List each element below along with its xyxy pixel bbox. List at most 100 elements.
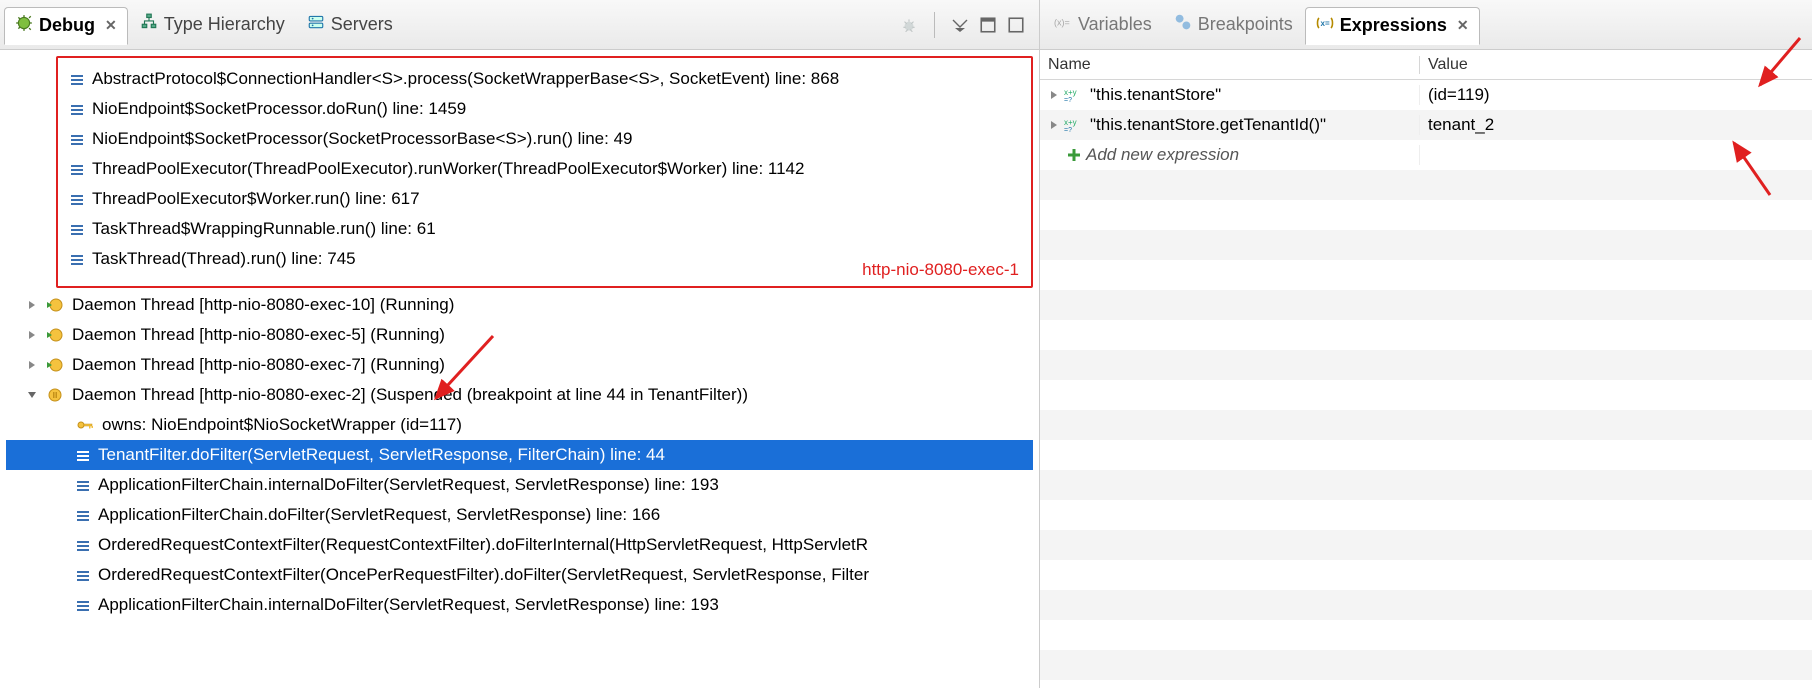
stack-frame-label: NioEndpoint$SocketProcessor.doRun() line… [92, 99, 466, 119]
stack-frame-row[interactable]: ThreadPoolExecutor$Worker.run() line: 61… [66, 184, 1023, 214]
tab-breakpoints[interactable]: Breakpoints [1164, 6, 1303, 44]
stack-frame-row[interactable]: OrderedRequestContextFilter(RequestConte… [6, 530, 1033, 560]
caret-right-icon[interactable] [26, 359, 38, 371]
expressions-tree[interactable]: x+y=?"this.tenantStore"(id=119)x+y=?"thi… [1040, 80, 1812, 688]
stack-frame-icon [70, 102, 84, 116]
add-expression-label: Add new expression [1086, 145, 1239, 165]
debug-tree[interactable]: AbstractProtocol$ConnectionHandler<S>.pr… [0, 50, 1039, 688]
stack-frame-icon [76, 448, 90, 462]
stack-frame-row[interactable]: ApplicationFilterChain.internalDoFilter(… [6, 590, 1033, 620]
empty-row [1040, 410, 1812, 440]
empty-row [1040, 350, 1812, 380]
maximize-icon[interactable] [1007, 16, 1025, 34]
type-hierarchy-icon [140, 13, 158, 36]
tab-variables[interactable]: (x)= Variables [1044, 6, 1162, 44]
debug-icon [15, 14, 33, 37]
stack-frame-row[interactable]: ApplicationFilterChain.doFilter(ServletR… [6, 500, 1033, 530]
tab-type-hierarchy[interactable]: Type Hierarchy [130, 6, 295, 44]
thread-row[interactable]: Daemon Thread [http-nio-8080-exec-7] (Ru… [6, 350, 1033, 380]
tab-expressions[interactable]: x= Expressions ✕ [1305, 7, 1480, 45]
tab-servers[interactable]: Servers [297, 6, 403, 44]
svg-text:x=: x= [1320, 19, 1329, 28]
stack-frame-label: NioEndpoint$SocketProcessor(SocketProces… [92, 129, 633, 149]
svg-text:x+y: x+y [1064, 118, 1077, 127]
expressions-columns-header: Name Value [1040, 50, 1812, 80]
tab-label: Type Hierarchy [164, 14, 285, 35]
thread-label: Daemon Thread [http-nio-8080-exec-10] (R… [72, 295, 454, 315]
stack-frame-icon [70, 162, 84, 176]
empty-row [1040, 440, 1812, 470]
expression-row[interactable]: x+y=?"this.tenantStore"(id=119) [1040, 80, 1812, 110]
annotation-label: http-nio-8080-exec-1 [862, 260, 1019, 280]
stack-frame-label: ApplicationFilterChain.internalDoFilter(… [98, 595, 719, 615]
stack-frame-icon [70, 252, 84, 266]
separator [934, 12, 935, 38]
thread-label: Daemon Thread [http-nio-8080-exec-5] (Ru… [72, 325, 445, 345]
tab-label: Expressions [1340, 15, 1447, 36]
owns-row[interactable]: owns: NioEndpoint$NioSocketWrapper (id=1… [6, 410, 1033, 440]
caret-right-icon[interactable] [1048, 89, 1060, 101]
expression-name: "this.tenantStore.getTenantId()" [1090, 115, 1326, 135]
bug-icon[interactable] [900, 16, 918, 34]
empty-row [1040, 500, 1812, 530]
stack-frame-row[interactable]: ThreadPoolExecutor(ThreadPoolExecutor).r… [66, 154, 1023, 184]
empty-row [1040, 620, 1812, 650]
empty-row [1040, 470, 1812, 500]
stack-frame-row[interactable]: NioEndpoint$SocketProcessor.doRun() line… [66, 94, 1023, 124]
empty-row [1040, 320, 1812, 350]
empty-row [1040, 590, 1812, 620]
stack-frame-label: ApplicationFilterChain.internalDoFilter(… [98, 475, 719, 495]
stack-frame-row[interactable]: NioEndpoint$SocketProcessor(SocketProces… [66, 124, 1023, 154]
annotation-box: AbstractProtocol$ConnectionHandler<S>.pr… [56, 56, 1033, 288]
thread-row[interactable]: Daemon Thread [http-nio-8080-exec-5] (Ru… [6, 320, 1033, 350]
expression-row[interactable]: x+y=?"this.tenantStore.getTenantId()" ten… [1040, 110, 1812, 140]
caret-right-icon[interactable] [26, 299, 38, 311]
stack-frame-label: AbstractProtocol$ConnectionHandler<S>.pr… [92, 69, 839, 89]
empty-row [1040, 380, 1812, 410]
expressions-icon: x= [1316, 14, 1334, 37]
tab-label: Variables [1078, 14, 1152, 35]
stack-frame-label: ThreadPoolExecutor$Worker.run() line: 61… [92, 189, 420, 209]
empty-row [1040, 560, 1812, 590]
empty-row [1040, 200, 1812, 230]
suspended-thread-icon [46, 386, 64, 404]
column-value-header[interactable]: Value [1420, 56, 1812, 74]
column-name-header[interactable]: Name [1040, 56, 1420, 74]
minimize-icon[interactable] [979, 16, 997, 34]
expression-icon: x+y=? [1064, 87, 1086, 103]
empty-row [1040, 230, 1812, 260]
thread-label: Daemon Thread [http-nio-8080-exec-7] (Ru… [72, 355, 445, 375]
svg-text:=?: =? [1064, 97, 1072, 103]
stack-frame-label: TaskThread$WrappingRunnable.run() line: … [92, 219, 436, 239]
stack-frame-row-selected[interactable]: TenantFilter.doFilter(ServletRequest, Se… [6, 440, 1033, 470]
empty-row [1040, 170, 1812, 200]
tab-debug[interactable]: Debug ✕ [4, 7, 128, 45]
stack-frame-label: OrderedRequestContextFilter(OncePerReque… [98, 565, 869, 585]
svg-text:(x)=: (x)= [1054, 18, 1070, 28]
stack-frame-row[interactable]: AbstractProtocol$ConnectionHandler<S>.pr… [66, 64, 1023, 94]
expression-icon: x+y=? [1064, 117, 1086, 133]
stack-frame-row[interactable]: TaskThread$WrappingRunnable.run() line: … [66, 214, 1023, 244]
owns-label: owns: NioEndpoint$NioSocketWrapper (id=1… [102, 415, 462, 435]
close-icon[interactable]: ✕ [105, 17, 117, 34]
stack-frame-row[interactable]: OrderedRequestContextFilter(OncePerReque… [6, 560, 1033, 590]
close-icon[interactable]: ✕ [1457, 17, 1469, 34]
expression-value: tenant_2 [1420, 115, 1812, 135]
caret-right-icon[interactable] [1048, 119, 1060, 131]
caret-down-icon[interactable] [26, 389, 38, 401]
expression-value: (id=119) [1420, 85, 1812, 105]
right-tabbar: (x)= Variables Breakpoints x= Expression… [1040, 0, 1812, 50]
caret-right-icon[interactable] [26, 329, 38, 341]
empty-row [1040, 650, 1812, 680]
svg-text:x+y: x+y [1064, 88, 1077, 97]
stack-frame-icon [76, 478, 90, 492]
thread-row[interactable]: Daemon Thread [http-nio-8080-exec-10] (R… [6, 290, 1033, 320]
add-expression-row[interactable]: Add new expression [1040, 140, 1812, 170]
stack-frame-label: ApplicationFilterChain.doFilter(ServletR… [98, 505, 660, 525]
view-menu-icon[interactable] [951, 16, 969, 34]
expression-name: "this.tenantStore" [1090, 85, 1221, 105]
variables-icon: (x)= [1054, 13, 1072, 36]
running-thread-icon [46, 326, 64, 344]
stack-frame-row[interactable]: ApplicationFilterChain.internalDoFilter(… [6, 470, 1033, 500]
suspended-thread-row[interactable]: Daemon Thread [http-nio-8080-exec-2] (Su… [6, 380, 1033, 410]
